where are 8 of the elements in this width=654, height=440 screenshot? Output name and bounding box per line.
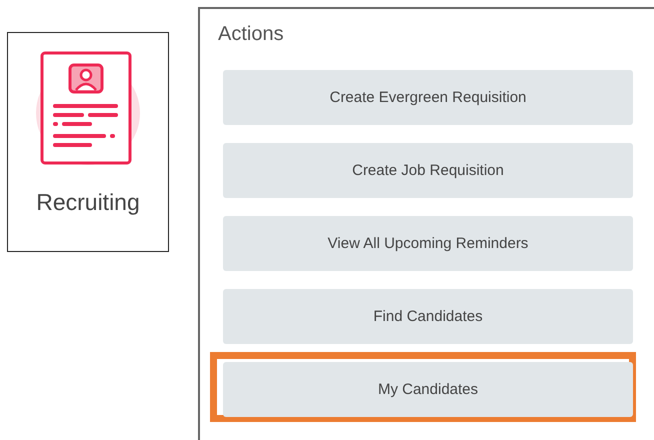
panel-title: Actions <box>218 23 285 46</box>
app-label: Recruiting <box>36 189 140 216</box>
action-button[interactable]: My Candidates <box>223 362 633 417</box>
action-button[interactable]: Create Job Requisition <box>223 143 633 198</box>
action-button[interactable]: View All Upcoming Reminders <box>223 216 633 271</box>
action-button[interactable]: Create Evergreen Requisition <box>223 70 633 125</box>
action-button[interactable]: Find Candidates <box>223 289 633 344</box>
app-tile[interactable]: Recruiting <box>7 32 169 252</box>
